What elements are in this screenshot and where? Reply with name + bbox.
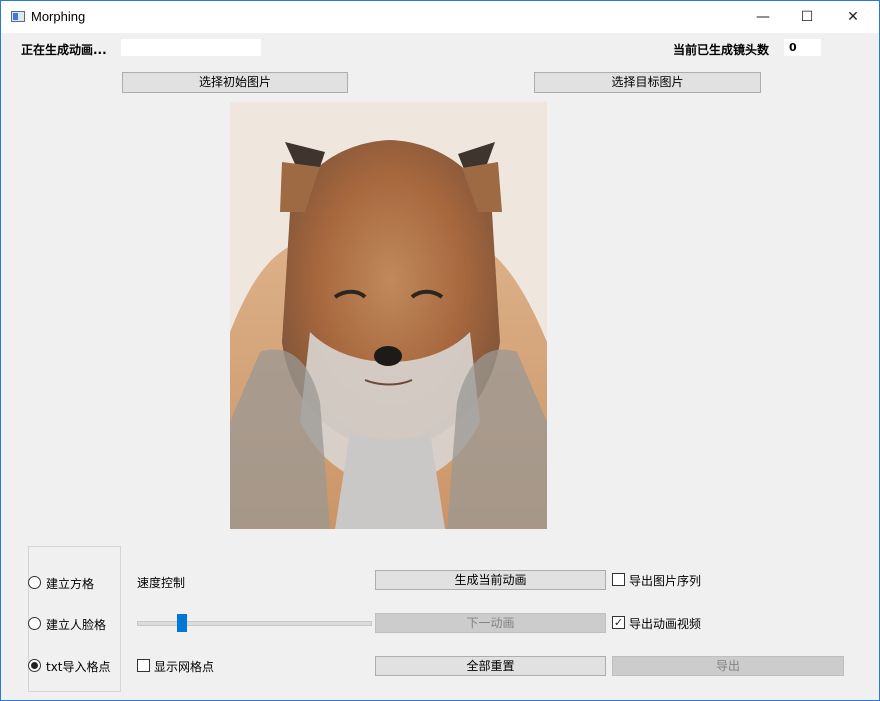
- radio-face-grid-label: 建立人脸格: [46, 618, 107, 632]
- show-grid-checkbox[interactable]: [137, 659, 150, 672]
- speed-slider-track[interactable]: [137, 621, 372, 626]
- window-title: Morphing: [31, 9, 86, 24]
- export-video-checkbox[interactable]: ✓: [612, 616, 625, 629]
- select-source-image-button[interactable]: 选择初始图片: [122, 72, 348, 93]
- reset-all-button[interactable]: 全部重置: [375, 656, 606, 676]
- fox-morph-picture: [230, 102, 547, 529]
- speed-control-label: 速度控制: [137, 576, 186, 590]
- maximize-button[interactable]: ☐: [785, 1, 829, 33]
- progress-field: [121, 39, 261, 56]
- close-button[interactable]: ✕: [831, 1, 875, 33]
- speed-slider-thumb[interactable]: [177, 614, 187, 632]
- show-grid-label: 显示网格点: [154, 660, 215, 674]
- radio-square-grid[interactable]: [28, 576, 41, 589]
- frames-count-field: 0: [784, 39, 821, 56]
- export-sequence-label: 导出图片序列: [629, 574, 702, 588]
- generate-current-animation-button[interactable]: 生成当前动画: [375, 570, 606, 590]
- app-icon: [11, 11, 25, 22]
- export-sequence-checkbox[interactable]: [612, 573, 625, 586]
- export-button[interactable]: 导出: [612, 656, 844, 676]
- title-bar: Morphing — ☐ ✕: [1, 1, 879, 33]
- radio-square-grid-label: 建立方格: [46, 577, 95, 591]
- radio-txt-import[interactable]: [28, 659, 41, 672]
- radio-face-grid[interactable]: [28, 617, 41, 630]
- generating-status-label: 正在生成动画...: [21, 43, 107, 57]
- radio-txt-import-label: txt导入格点: [46, 660, 111, 674]
- morph-preview-image: [230, 102, 547, 529]
- main-window: Morphing — ☐ ✕ 正在生成动画... 当前已生成镜头数 0 选择初始…: [0, 0, 880, 701]
- minimize-button[interactable]: —: [741, 1, 785, 33]
- frames-count-value: 0: [789, 41, 797, 54]
- select-target-image-button[interactable]: 选择目标图片: [534, 72, 761, 93]
- frames-count-label: 当前已生成镜头数: [673, 43, 770, 57]
- export-video-label: 导出动画视频: [629, 617, 702, 631]
- next-animation-button[interactable]: 下一动画: [375, 613, 606, 633]
